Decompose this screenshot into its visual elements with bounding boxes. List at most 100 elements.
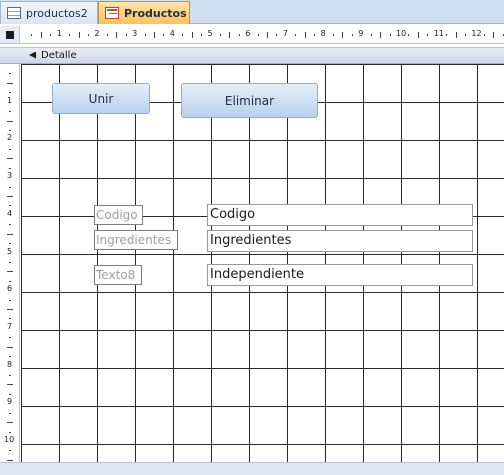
eliminar-button[interactable]: Eliminar <box>181 83 318 118</box>
ruler-tick <box>69 34 71 36</box>
ruler-tick <box>9 431 11 433</box>
ruler-number: 5 <box>207 29 213 38</box>
ruler-number: 8 <box>320 29 326 38</box>
ruler-number: 6 <box>245 29 251 38</box>
ruler-tick <box>40 32 42 38</box>
horizontal-ruler[interactable]: 1 2 3 4 5 6 7 8 9 10 11 12 <box>20 26 504 44</box>
ruler-tick <box>7 120 13 122</box>
ruler-tick <box>163 34 165 36</box>
ruler-tick <box>342 32 344 38</box>
ruler-tick <box>7 422 13 424</box>
ruler-number: 4 <box>169 29 175 38</box>
ruler-tick <box>9 280 11 282</box>
form-design-grid[interactable]: Unir Eliminar Codigo Codigo Ingredientes… <box>21 64 504 462</box>
unir-button[interactable]: Unir <box>52 83 150 114</box>
ruler-tick <box>7 459 13 461</box>
ruler-number: 7 <box>7 321 13 331</box>
ruler-tick <box>483 34 485 36</box>
ruler-tick <box>446 34 448 36</box>
ruler-tick <box>9 167 11 169</box>
ruler-tick <box>31 34 33 36</box>
ruler-tick <box>7 82 13 84</box>
ruler-number: 8 <box>7 359 13 369</box>
ruler-tick <box>9 129 11 131</box>
ruler-tick <box>9 337 11 339</box>
section-collapse-icon <box>28 51 38 61</box>
ruler-number: 9 <box>7 397 13 407</box>
ruler-tick <box>182 34 184 36</box>
ruler-tick <box>380 32 382 38</box>
codigo-textbox[interactable]: Codigo <box>207 204 473 226</box>
tab-productos2[interactable]: productos2 <box>0 1 98 24</box>
ruler-tick <box>304 32 306 38</box>
ruler-tick <box>9 318 11 320</box>
ruler-tick <box>144 34 146 36</box>
horizontal-scrollbar[interactable] <box>0 462 504 475</box>
ruler-tick <box>106 34 108 36</box>
ruler-number: 1 <box>56 29 62 38</box>
ruler-tick <box>9 186 11 188</box>
ruler-tick <box>257 34 259 36</box>
ruler-number: 7 <box>282 29 288 38</box>
ruler-number: 12 <box>471 29 482 38</box>
ingredientes-textbox[interactable]: Ingredientes <box>207 230 473 252</box>
form-selector-box-icon <box>6 31 14 39</box>
ruler-tick <box>9 148 11 150</box>
vertical-ruler[interactable]: 1 2 3 4 5 6 7 8 9 10 <box>0 64 20 462</box>
ruler-number: 10 <box>396 29 407 38</box>
ruler-tick <box>219 34 221 36</box>
section-header-detalle[interactable]: Detalle <box>0 47 504 64</box>
ruler-tick <box>351 34 353 36</box>
tab-productos[interactable]: Productos <box>98 1 190 24</box>
ruler-number: 3 <box>132 29 138 38</box>
ruler-number: 4 <box>7 208 13 218</box>
ruler-tick <box>238 34 240 36</box>
ruler-number: 2 <box>7 133 13 143</box>
ruler-tick <box>229 32 231 38</box>
ingredientes-label[interactable]: Ingredientes <box>94 230 178 250</box>
ruler-tick <box>370 34 372 36</box>
ruler-tick <box>314 34 316 36</box>
ruler-tick <box>493 32 495 38</box>
ruler-tick <box>9 73 11 75</box>
ruler-tick <box>464 34 466 36</box>
ruler-tick <box>9 243 11 245</box>
ruler-tick <box>333 34 335 36</box>
ruler-tick <box>9 299 11 301</box>
ruler-tick <box>417 32 419 38</box>
ruler-number: 2 <box>94 29 100 38</box>
ruler-tick <box>153 32 155 38</box>
ruler-tick <box>7 346 13 348</box>
ruler-tick <box>7 384 13 386</box>
table-icon <box>7 7 21 19</box>
ruler-number: 9 <box>358 29 364 38</box>
ruler-tick <box>87 34 89 36</box>
independiente-textbox[interactable]: Independiente <box>207 264 473 286</box>
section-label: Detalle <box>41 50 77 61</box>
ruler-tick <box>9 111 11 113</box>
ruler-number: 10 <box>4 435 15 444</box>
ruler-tick <box>295 34 297 36</box>
ruler-tick <box>267 32 269 38</box>
ruler-tick <box>408 34 410 36</box>
ruler-tick <box>9 356 11 358</box>
ruler-tick <box>125 34 127 36</box>
ruler-tick <box>455 32 457 38</box>
ruler-tick <box>276 34 278 36</box>
ruler-tick <box>78 32 80 38</box>
ruler-tick <box>9 224 11 226</box>
ruler-number: 11 <box>433 29 444 38</box>
ruler-tick <box>9 393 11 395</box>
ruler-tick <box>116 32 118 38</box>
ruler-tick <box>9 261 11 263</box>
texto8-label[interactable]: Texto8 <box>94 265 142 285</box>
ruler-tick <box>50 34 52 36</box>
ruler-tick <box>7 195 13 197</box>
ruler-tick <box>7 271 13 273</box>
ruler-number: 5 <box>7 246 13 256</box>
ruler-tick <box>9 205 11 207</box>
ruler-tick <box>201 34 203 36</box>
ruler-number: 6 <box>7 284 13 294</box>
form-selector[interactable] <box>0 26 20 44</box>
codigo-label[interactable]: Codigo <box>94 205 143 225</box>
